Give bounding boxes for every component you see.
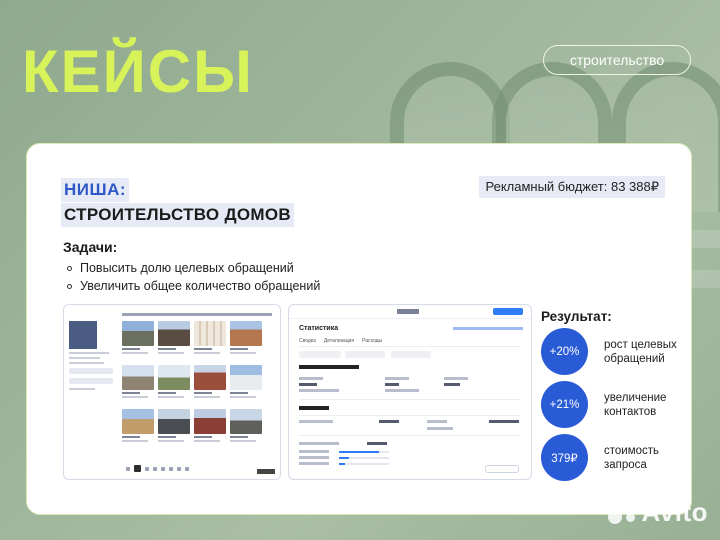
listing-card	[194, 365, 226, 403]
statistics-title: Статистика	[299, 325, 339, 332]
listing-card	[122, 365, 154, 403]
list-item: Увеличить общее количество обращений	[67, 277, 320, 295]
niche-value: СТРОИТЕЛЬСТВО ДОМОВ	[61, 203, 294, 227]
section-heading	[299, 365, 359, 369]
header-links	[453, 327, 523, 330]
listing-card	[122, 321, 154, 359]
pagination	[126, 465, 189, 472]
result-value: +21%	[541, 381, 588, 428]
seller-avatar	[69, 321, 97, 349]
niche-label: НИША:	[61, 178, 130, 202]
case-card: НИША: СТРОИТЕЛЬСТВО ДОМОВ Рекламный бюдж…	[26, 143, 692, 515]
section-heading	[299, 406, 329, 410]
filter	[345, 351, 385, 358]
listing-card	[158, 409, 190, 447]
listing-card	[194, 321, 226, 359]
listing-card	[122, 409, 154, 447]
listing-card	[194, 409, 226, 447]
step-decoration	[690, 270, 720, 288]
seller-sidebar	[69, 321, 113, 393]
list-item: Повысить долю целевых обращений	[67, 259, 320, 277]
post-ad-button	[493, 308, 523, 315]
statistics-tabs: Сводка Детализация Расходы	[299, 338, 382, 344]
listing-card	[230, 365, 262, 403]
tasks-list: Повысить долю целевых обращений Увеличит…	[67, 259, 320, 295]
budget-badge: Рекламный бюджет: 83 388₽	[479, 176, 665, 198]
listings-header	[122, 313, 272, 316]
bullet-icon	[67, 265, 72, 271]
tab-details: Детализация	[323, 338, 355, 344]
tab-expenses: Расходы	[362, 338, 383, 344]
tasks-heading: Задачи:	[63, 239, 118, 255]
listings-grid	[122, 321, 262, 447]
result-item: 379₽ стоимость запроса	[541, 434, 694, 481]
statistics-screenshot: Статистика Сводка Детализация Расходы	[288, 304, 532, 480]
date-filter	[299, 351, 341, 358]
result-item: +21% увеличение контактов	[541, 381, 694, 428]
result-label: увеличение контактов	[604, 391, 667, 418]
result-value: 379₽	[541, 434, 588, 481]
category-tag: строительство	[543, 45, 691, 75]
listing-card	[158, 365, 190, 403]
avito-dots-icon	[608, 499, 638, 526]
niche-block: НИША: СТРОИТЕЛЬСТВО ДОМОВ	[61, 178, 294, 227]
messages-button	[257, 469, 275, 474]
result-label: стоимость запроса	[604, 444, 660, 471]
listing-card	[230, 409, 262, 447]
listing-card	[230, 321, 262, 359]
tab-summary: Сводка	[299, 338, 316, 344]
filter	[391, 351, 431, 358]
result-value: +20%	[541, 328, 588, 375]
messages-button	[485, 465, 519, 473]
listing-card	[158, 321, 190, 359]
result-label: рост целевых обращений	[604, 338, 677, 365]
result-item: +20% рост целевых обращений	[541, 328, 694, 375]
page-title: КЕЙСЫ	[22, 38, 254, 105]
listings-screenshot	[63, 304, 281, 480]
logo-icon	[397, 309, 419, 314]
bullet-icon	[67, 283, 72, 289]
avito-logo: Avito	[608, 497, 708, 528]
results-heading: Результат:	[541, 309, 612, 324]
avito-wordmark: Avito	[641, 497, 708, 527]
